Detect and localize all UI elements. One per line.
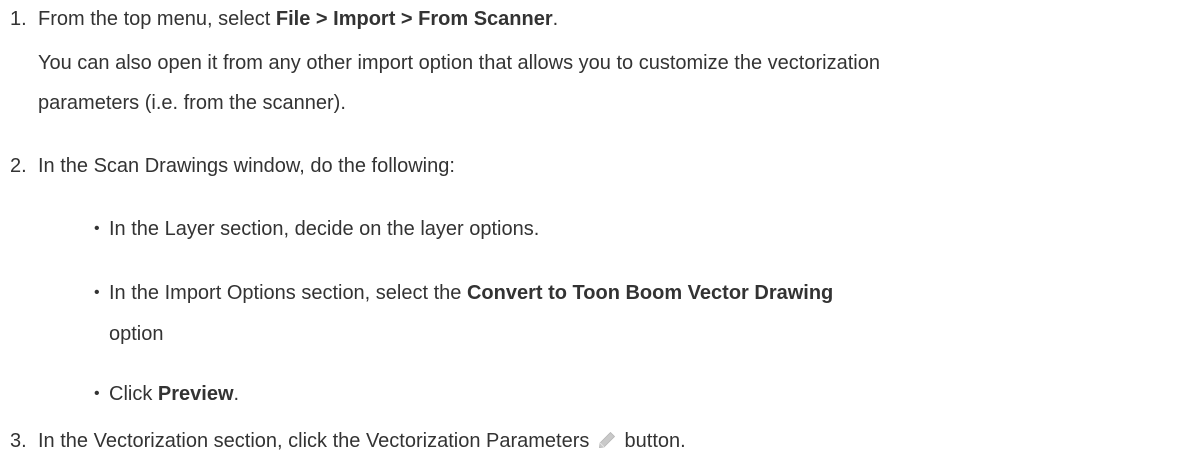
step-number: 3. [10, 430, 27, 452]
step-1-note-line-1: You can also open it from any other impo… [38, 52, 880, 74]
step-2-text: In the Scan Drawings window, do the foll… [38, 155, 455, 177]
option-name: Convert to Toon Boom Vector Drawing [466, 282, 834, 304]
bullet-icon: • [94, 220, 100, 237]
step-1-text: From the top menu, select File > Import … [38, 5, 558, 33]
step-number: 1. [10, 8, 27, 30]
bullet-2-text: In the Import Options section, select th… [109, 279, 833, 307]
step-3-pre: In the Vectorization section, click the … [38, 430, 590, 452]
bullet-2-line-2: option [109, 323, 164, 345]
bullet-3-end: . [233, 383, 240, 405]
step-text: From the top menu, select [38, 8, 276, 30]
document-page: 1. From the top menu, select File > Impo… [0, 0, 1192, 455]
bullet-3-pre: Click [109, 383, 158, 405]
step-1-note-line-2: parameters (i.e. from the scanner). [38, 92, 346, 114]
step-text-end: . [552, 8, 559, 30]
menu-path: File > Import > From Scanner [275, 8, 553, 30]
step-number: 2. [10, 155, 27, 177]
bullet-3-text: Click Preview. [109, 380, 239, 408]
preview-label: Preview [157, 383, 234, 405]
bullet-icon: • [94, 385, 100, 402]
step-3-end: button. [624, 430, 686, 452]
step-3-text: In the Vectorization section, click the … [38, 427, 686, 458]
bullet-icon: • [94, 284, 100, 301]
bullet-1-text: In the Layer section, decide on the laye… [109, 218, 540, 240]
pencil-icon [597, 430, 617, 458]
bullet-2-pre: In the Import Options section, select th… [109, 282, 467, 304]
